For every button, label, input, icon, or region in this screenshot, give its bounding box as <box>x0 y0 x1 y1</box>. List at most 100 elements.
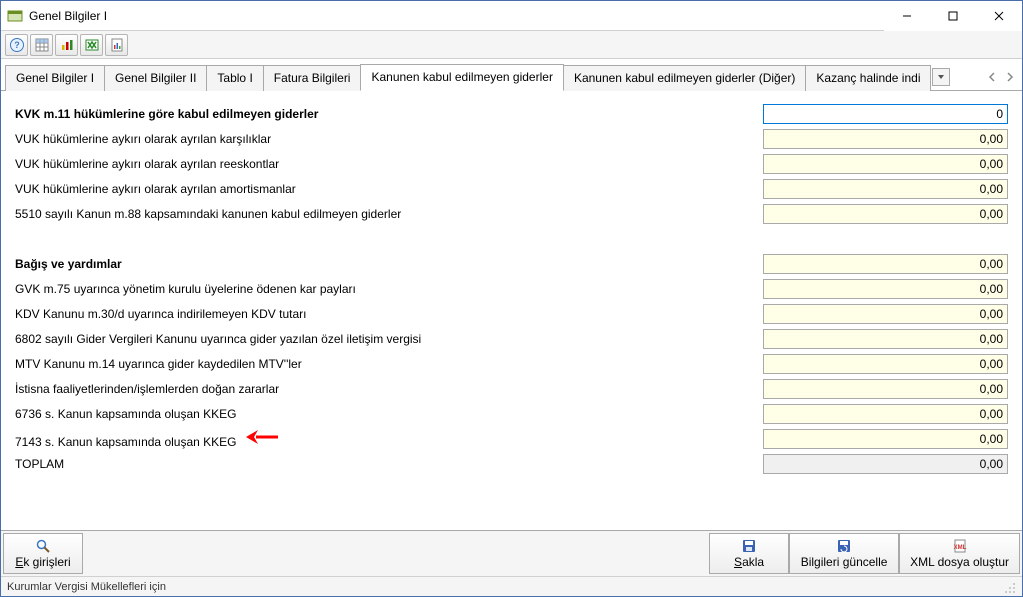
toolbar-help-button[interactable]: ? <box>5 34 28 56</box>
svg-text:?: ? <box>14 40 20 50</box>
form-row: 5510 sayılı Kanun m.88 kapsamındaki kanu… <box>15 201 1008 226</box>
field-value-cell <box>763 454 1008 474</box>
amount-input[interactable] <box>763 429 1008 449</box>
form-row: VUK hükümlerine aykırı olarak ayrılan am… <box>15 176 1008 201</box>
button-label: Sakla <box>734 555 764 569</box>
status-bar: Kurumlar Vergisi Mükellefleri için <box>1 576 1022 596</box>
field-label: VUK hükümlerine aykırı olarak ayrılan ka… <box>15 132 763 146</box>
field-value-cell <box>763 429 1008 449</box>
toolbar-grid-button[interactable] <box>30 34 53 56</box>
field-value-cell <box>763 154 1008 174</box>
field-value-cell <box>763 279 1008 299</box>
form-row: Bağış ve yardımlar <box>15 251 1008 276</box>
form-row: TOPLAM <box>15 451 1008 476</box>
tab-kkeg[interactable]: Kanunen kabul edilmeyen giderler <box>360 64 563 91</box>
app-window: Genel Bilgiler I ? Genel Bilgiler I Gene… <box>0 0 1023 597</box>
window-buttons <box>884 1 1022 30</box>
tab-overflow-dropdown[interactable] <box>932 68 950 86</box>
amount-input[interactable] <box>763 329 1008 349</box>
tab-kazanc-indirim[interactable]: Kazanç halinde indi <box>805 65 931 91</box>
status-text: Kurumlar Vergisi Mükellefleri için <box>7 581 166 593</box>
ek-girisleri-button[interactable]: Ek girişleri <box>3 533 83 574</box>
annotation-arrow-icon <box>244 428 280 446</box>
form-row: VUK hükümlerine aykırı olarak ayrılan ka… <box>15 126 1008 151</box>
field-value-cell <box>763 304 1008 324</box>
field-label: VUK hükümlerine aykırı olarak ayrılan am… <box>15 182 763 196</box>
form-row: GVK m.75 uyarınca yönetim kurulu üyeleri… <box>15 276 1008 301</box>
bilgileri-guncelle-button[interactable]: Bilgileri güncelle <box>789 533 899 574</box>
amount-input[interactable] <box>763 379 1008 399</box>
field-label: Bağış ve yardımlar <box>15 257 763 271</box>
field-value-cell <box>763 379 1008 399</box>
amount-input[interactable] <box>763 104 1008 124</box>
amount-input[interactable] <box>763 404 1008 424</box>
form-row: 6736 s. Kanun kapsamında oluşan KKEG <box>15 401 1008 426</box>
tab-genel-bilgiler-2[interactable]: Genel Bilgiler II <box>104 65 207 91</box>
tab-genel-bilgiler-1[interactable]: Genel Bilgiler I <box>5 65 105 91</box>
amount-input[interactable] <box>763 154 1008 174</box>
field-label: GVK m.75 uyarınca yönetim kurulu üyeleri… <box>15 282 763 296</box>
amount-input <box>763 454 1008 474</box>
sakla-button[interactable]: Sakla <box>709 533 789 574</box>
xml-dosya-olustur-button[interactable]: XML XML dosya oluştur <box>899 533 1020 574</box>
field-label: 5510 sayılı Kanun m.88 kapsamındaki kanu… <box>15 207 763 221</box>
amount-input[interactable] <box>763 179 1008 199</box>
button-label: XML dosya oluştur <box>910 555 1009 569</box>
amount-input[interactable] <box>763 129 1008 149</box>
refresh-icon <box>836 538 852 554</box>
form-row: MTV Kanunu m.14 uyarınca gider kaydedile… <box>15 351 1008 376</box>
form-row: 6802 sayılı Gider Vergileri Kanunu uyarı… <box>15 326 1008 351</box>
tab-fatura-bilgileri[interactable]: Fatura Bilgileri <box>263 65 362 91</box>
xml-icon: XML <box>952 538 968 554</box>
tab-strip: Genel Bilgiler I Genel Bilgiler II Tablo… <box>1 59 1022 91</box>
button-label: Ek girişleri <box>15 555 70 569</box>
resize-grip-icon[interactable] <box>1002 580 1016 594</box>
button-bar: Ek girişleri Sakla Bilgileri güncelle XM… <box>1 530 1022 576</box>
form-row: 7143 s. Kanun kapsamında oluşan KKEG <box>15 426 1008 451</box>
amount-input[interactable] <box>763 354 1008 374</box>
tab-scroll-left[interactable] <box>984 68 1000 86</box>
form-area: KVK m.11 hükümlerine göre kabul edilmeye… <box>1 91 1022 530</box>
tab-scroll-right[interactable] <box>1002 68 1018 86</box>
form-row: KVK m.11 hükümlerine göre kabul edilmeye… <box>15 101 1008 126</box>
close-button[interactable] <box>976 1 1022 31</box>
maximize-button[interactable] <box>930 1 976 31</box>
toolbar-chart-button[interactable] <box>55 34 78 56</box>
field-value-cell <box>763 104 1008 124</box>
tab-tablo-1[interactable]: Tablo I <box>206 65 263 91</box>
toolbar-export-button[interactable] <box>80 34 103 56</box>
minimize-button[interactable] <box>884 1 930 31</box>
amount-input[interactable] <box>763 254 1008 274</box>
field-value-cell <box>763 404 1008 424</box>
form-row: İstisna faaliyetlerinden/işlemlerden doğ… <box>15 376 1008 401</box>
toolbar: ? <box>1 31 1022 59</box>
amount-input[interactable] <box>763 304 1008 324</box>
field-label: İstisna faaliyetlerinden/işlemlerden doğ… <box>15 382 763 396</box>
field-label: VUK hükümlerine aykırı olarak ayrılan re… <box>15 157 763 171</box>
spacer <box>15 226 1008 251</box>
field-label: TOPLAM <box>15 457 763 471</box>
svg-text:XML: XML <box>953 545 966 551</box>
toolbar-report-button[interactable] <box>105 34 128 56</box>
save-icon <box>741 538 757 554</box>
field-label: MTV Kanunu m.14 uyarınca gider kaydedile… <box>15 357 763 371</box>
form-row: KDV Kanunu m.30/d uyarınca indirilemeyen… <box>15 301 1008 326</box>
window-title: Genel Bilgiler I <box>29 9 884 23</box>
field-value-cell <box>763 204 1008 224</box>
amount-input[interactable] <box>763 279 1008 299</box>
field-value-cell <box>763 254 1008 274</box>
amount-input[interactable] <box>763 204 1008 224</box>
field-value-cell <box>763 129 1008 149</box>
field-label: 6802 sayılı Gider Vergileri Kanunu uyarı… <box>15 332 763 346</box>
button-label: Bilgileri güncelle <box>801 555 888 569</box>
field-label: KVK m.11 hükümlerine göre kabul edilmeye… <box>15 107 763 121</box>
field-label: KDV Kanunu m.30/d uyarınca indirilemeyen… <box>15 307 763 321</box>
title-bar: Genel Bilgiler I <box>1 1 1022 31</box>
app-icon <box>7 8 23 24</box>
field-label: 7143 s. Kanun kapsamında oluşan KKEG <box>15 428 763 449</box>
field-value-cell <box>763 354 1008 374</box>
field-label: 6736 s. Kanun kapsamında oluşan KKEG <box>15 407 763 421</box>
form-row: VUK hükümlerine aykırı olarak ayrılan re… <box>15 151 1008 176</box>
tab-kkeg-diger[interactable]: Kanunen kabul edilmeyen giderler (Diğer) <box>563 65 806 91</box>
field-value-cell <box>763 329 1008 349</box>
